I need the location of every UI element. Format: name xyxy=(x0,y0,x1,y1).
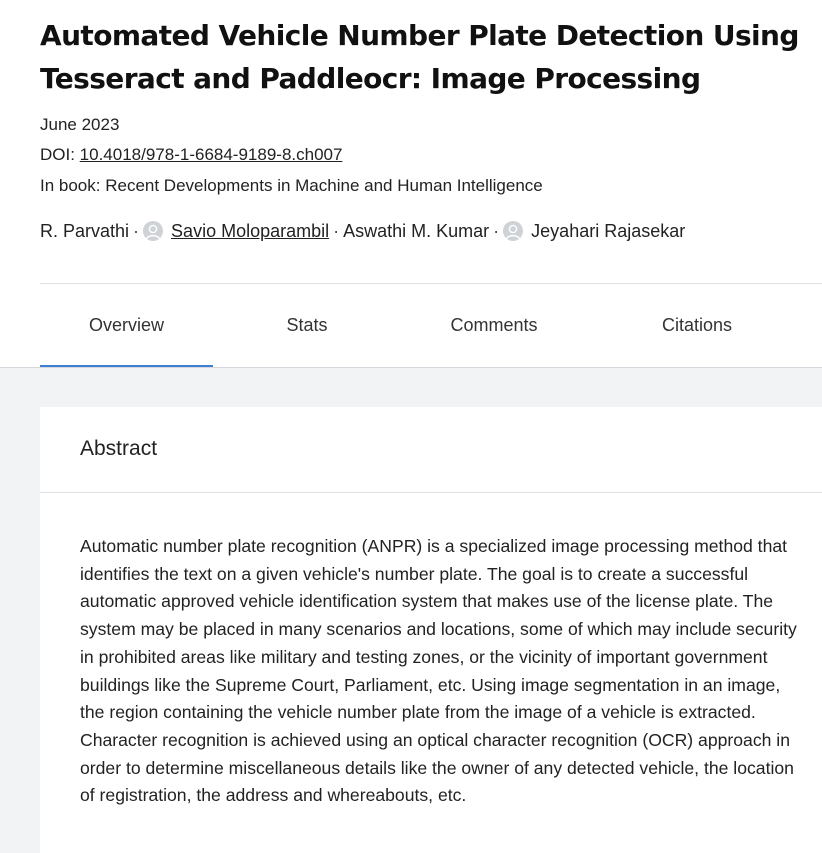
user-avatar-icon[interactable] xyxy=(503,221,524,241)
tab-comments[interactable]: Comments xyxy=(401,284,587,367)
page-title: Automated Vehicle Number Plate Detection… xyxy=(40,19,799,95)
tab-overview[interactable]: Overview xyxy=(40,284,213,367)
author-name[interactable]: R. Parvathi xyxy=(40,219,129,243)
author-name[interactable]: Jeyahari Rajasekar xyxy=(531,219,685,243)
author-separator: · xyxy=(493,221,500,241)
doi-line: DOI: 10.4018/978-1-6684-9189-8.ch007 xyxy=(40,144,342,166)
abstract-text: Automatic number plate recognition (ANPR… xyxy=(80,536,797,806)
book-line: In book: Recent Developments in Machine … xyxy=(40,175,543,197)
publication-date: June 2023 xyxy=(40,115,120,134)
abstract-card: Abstract Automatic number plate recognit… xyxy=(40,407,822,853)
tab-citations[interactable]: Citations xyxy=(587,284,807,367)
tab-bar: Overview Stats Comments Citations xyxy=(40,284,822,368)
publication-header: Automated Vehicle Number Plate Detection… xyxy=(0,0,822,368)
book-title: Recent Developments in Machine and Human… xyxy=(105,176,543,195)
author-name-link[interactable]: Savio Moloparambil xyxy=(171,219,329,243)
author-separator: · xyxy=(133,221,140,241)
doi-label: DOI: xyxy=(40,145,80,164)
abstract-divider xyxy=(40,492,822,493)
tab-stats[interactable]: Stats xyxy=(213,284,401,367)
doi-link[interactable]: 10.4018/978-1-6684-9189-8.ch007 xyxy=(80,145,343,164)
user-avatar-icon[interactable] xyxy=(143,221,164,241)
author-separator: · xyxy=(333,221,340,241)
author-name[interactable]: Aswathi M. Kumar xyxy=(343,219,489,243)
author-list: R. Parvathi · Savio Moloparambil · Aswat… xyxy=(40,219,685,243)
abstract-heading: Abstract xyxy=(80,437,158,460)
book-label: In book: xyxy=(40,176,106,195)
